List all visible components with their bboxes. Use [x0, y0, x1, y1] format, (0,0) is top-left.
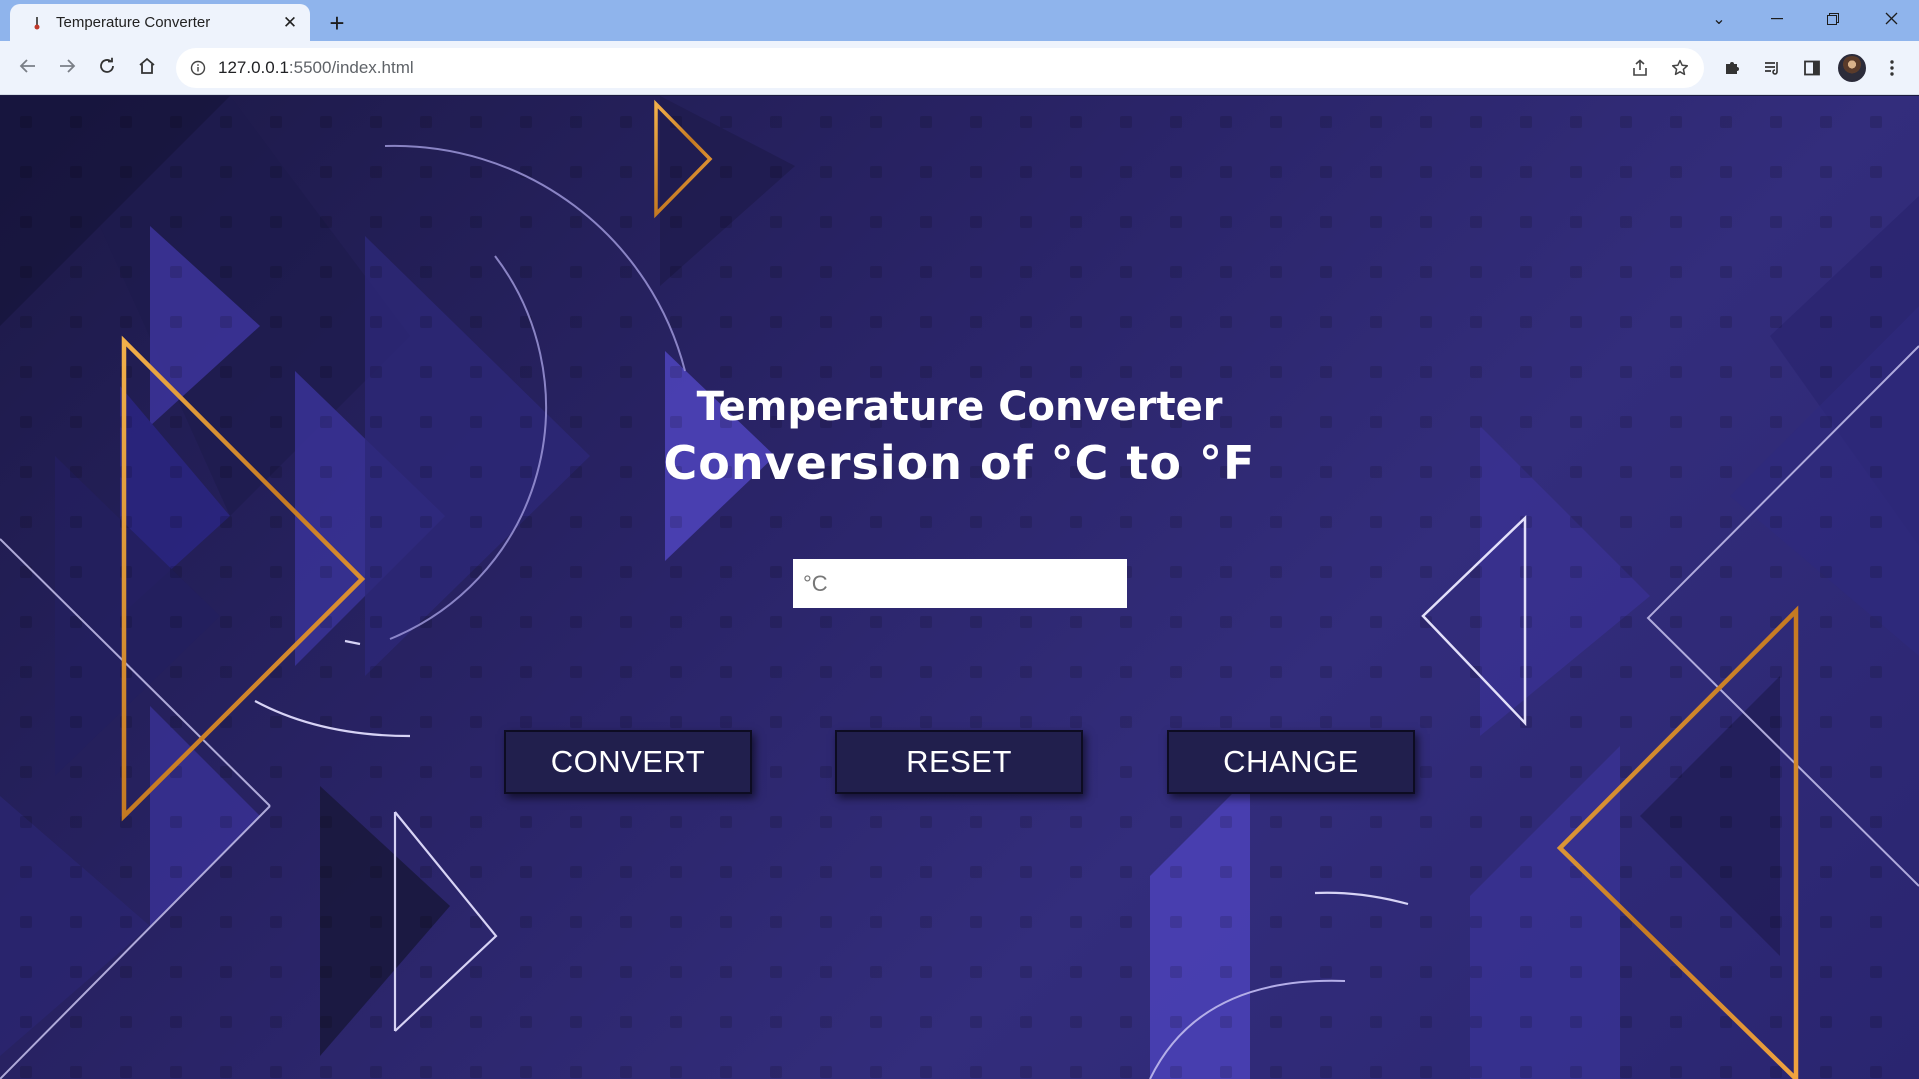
browser-tabstrip: Temperature Converter ✕ + ⌄ — [0, 0, 1919, 41]
kebab-menu-icon[interactable] — [1876, 52, 1908, 84]
side-panel-icon[interactable] — [1796, 52, 1828, 84]
window-close-icon[interactable] — [1866, 0, 1916, 37]
arrow-right-icon — [58, 57, 76, 80]
puzzle-icon[interactable] — [1716, 52, 1748, 84]
reload-icon — [98, 57, 116, 80]
minimize-icon[interactable] — [1752, 0, 1802, 37]
avatar[interactable] — [1838, 54, 1866, 82]
arrow-left-icon — [19, 57, 37, 80]
forward-button[interactable] — [51, 52, 83, 84]
star-icon[interactable] — [1664, 52, 1696, 84]
restore-icon[interactable] — [1808, 0, 1858, 37]
home-button[interactable] — [131, 52, 163, 84]
browser-tab[interactable]: Temperature Converter ✕ — [10, 4, 310, 41]
page-viewport: Temperature Converter Conversion of °C t… — [0, 96, 1919, 1079]
reading-list-icon[interactable] — [1756, 52, 1788, 84]
back-button[interactable] — [12, 52, 44, 84]
tab-title: Temperature Converter — [56, 14, 211, 31]
url-path: :5500/index.html — [288, 58, 414, 77]
tab-search-icon[interactable]: ⌄ — [1694, 0, 1744, 37]
convert-button[interactable]: CONVERT — [504, 730, 752, 794]
home-icon — [138, 57, 156, 80]
new-tab-button[interactable]: + — [322, 8, 352, 38]
reset-button[interactable]: RESET — [835, 730, 1083, 794]
celsius-input[interactable] — [793, 559, 1127, 608]
page-subtitle: Conversion of °C to °F — [663, 436, 1256, 490]
share-icon[interactable] — [1624, 52, 1656, 84]
reload-button[interactable] — [91, 52, 123, 84]
thermometer-favicon-icon — [30, 16, 44, 30]
info-circle-icon[interactable] — [188, 58, 208, 78]
url-host: 127.0.0.1 — [218, 58, 289, 77]
address-url[interactable]: 127.0.0.1:5500/index.html — [218, 58, 1624, 78]
change-button[interactable]: CHANGE — [1167, 730, 1415, 794]
tab-close-icon[interactable]: ✕ — [278, 11, 302, 35]
browser-toolbar: 127.0.0.1:5500/index.html — [0, 41, 1919, 95]
address-bar[interactable]: 127.0.0.1:5500/index.html — [176, 48, 1704, 88]
page-title: Temperature Converter — [696, 384, 1223, 430]
